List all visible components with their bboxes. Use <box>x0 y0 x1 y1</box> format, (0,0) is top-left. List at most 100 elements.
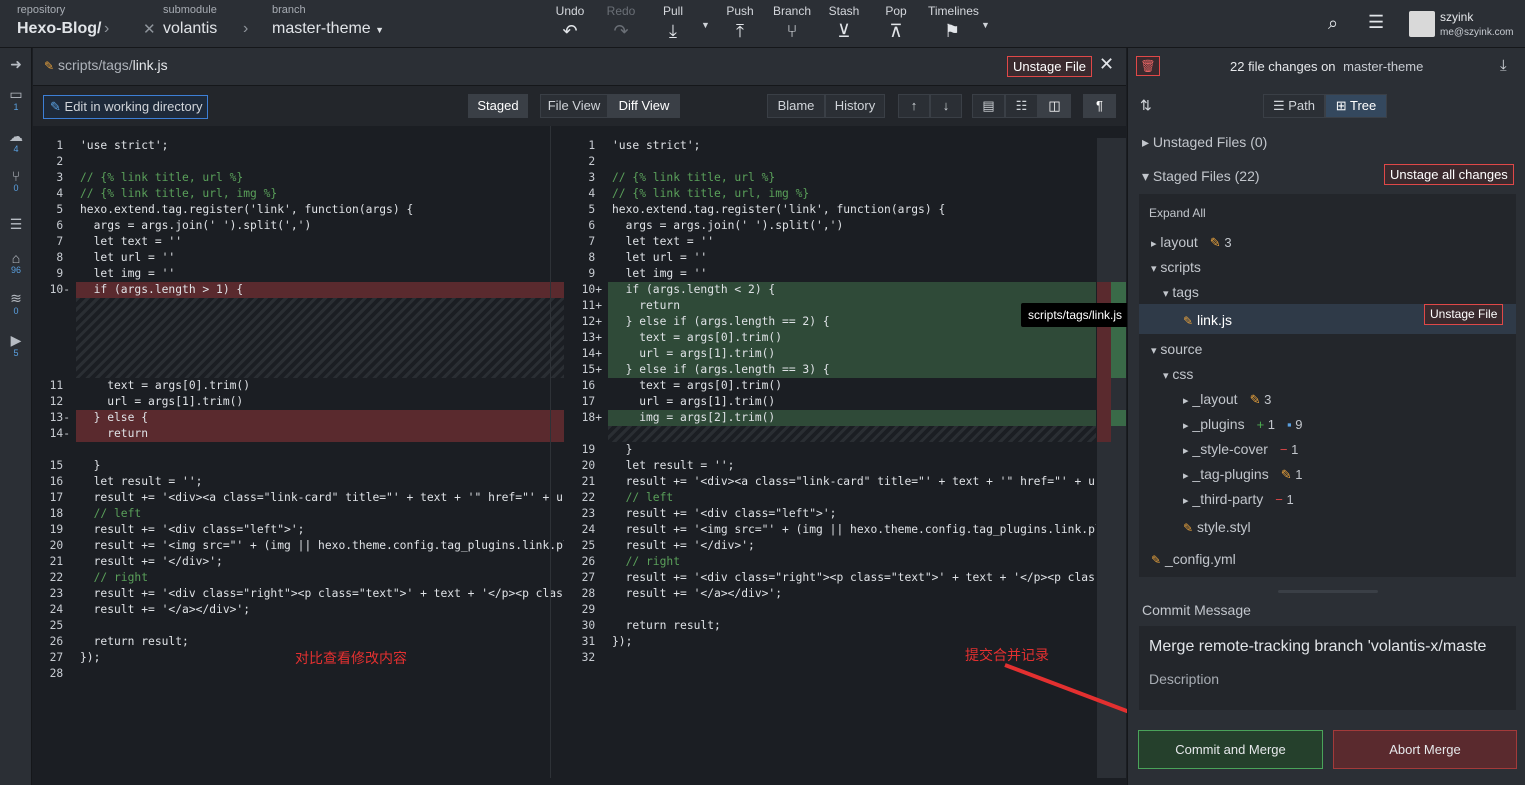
tree-folder-item[interactable]: ▸ _plugins + 1 ▪ 9 <box>1183 416 1303 432</box>
tree-folder-item[interactable]: ▸ _tag-plugins ✎ 1 <box>1183 466 1302 483</box>
text-view-icon[interactable]: ▤ <box>972 94 1005 118</box>
stash-button[interactable]: Stash ⊻ <box>818 4 870 43</box>
tree-folder-item[interactable]: ▾ scripts <box>1151 259 1201 275</box>
line-number: 21 <box>49 555 70 568</box>
local-icon[interactable]: ▭ 1 <box>0 86 32 112</box>
tree-folder-item[interactable]: ▸ _layout ✎ 3 <box>1183 391 1271 408</box>
tree-item-label: style.styl <box>1196 519 1251 535</box>
unstage-all-button[interactable]: Unstage all changes <box>1384 164 1514 185</box>
remote-icon[interactable]: ☁ 4 <box>0 128 32 154</box>
download-icon[interactable]: ⤓ <box>1500 57 1507 74</box>
tree-folder-item[interactable]: ▾ css <box>1163 366 1193 382</box>
list-view-icon[interactable]: ☷ <box>1005 94 1038 118</box>
tree-item-label: _layout <box>1192 391 1238 407</box>
undo-button[interactable]: Undo ↶ <box>544 4 596 43</box>
tree-folder-item[interactable]: ▾ source <box>1151 341 1202 357</box>
previous-change-icon[interactable]: ↑ <box>898 94 930 118</box>
tree-folder-item[interactable]: ▾ tags <box>1163 284 1199 300</box>
line-number: 15 <box>49 459 70 472</box>
push-button[interactable]: Push ⤒ <box>714 4 766 43</box>
menu-icon[interactable]: ☰ <box>1368 12 1384 33</box>
line-number: 20 <box>49 539 70 552</box>
code-text: let text = '' <box>612 235 715 248</box>
pull-request-icon[interactable]: ⑂ 0 <box>0 168 32 193</box>
code-text: result += '<div class="right"><p class="… <box>612 571 1096 584</box>
repository-label: repository <box>17 4 66 16</box>
code-text: url = args[1].trim() <box>612 347 776 360</box>
staged-files-header[interactable]: ▾ Staged Files (22) <box>1142 168 1260 185</box>
line-number: 22 <box>49 571 70 584</box>
expand-all-link[interactable]: Expand All <box>1149 206 1206 220</box>
stashes-icon[interactable]: ≋ 0 <box>0 290 32 316</box>
edit-working-directory-button[interactable]: ✎ Edit in working directory <box>43 95 208 119</box>
line-number: 13- <box>49 411 70 424</box>
pull-dropdown-icon[interactable]: ▼ <box>701 20 710 30</box>
history-button[interactable]: History <box>825 94 885 118</box>
tree-item-label: _config.yml <box>1164 551 1236 567</box>
abort-merge-button[interactable]: Abort Merge <box>1333 730 1517 769</box>
code-text: // right <box>612 555 681 568</box>
trash-icon[interactable]: 🗑 <box>1136 56 1160 76</box>
tree-folder-item[interactable]: ▸ _style-cover − 1 <box>1183 441 1298 457</box>
unstage-file-button[interactable]: Unstage File <box>1007 56 1092 77</box>
issues-icon[interactable]: ☰ <box>0 216 32 233</box>
commit-message-box[interactable]: Merge remote-tracking branch 'volantis-x… <box>1139 626 1516 710</box>
undo-icon: ↶ <box>562 21 578 41</box>
tree-folder-item[interactable]: ▸ _third-party − 1 <box>1183 491 1294 507</box>
branch-button[interactable]: Branch ⑂ <box>766 4 818 43</box>
line-number: 10- <box>49 283 70 296</box>
submodules-icon[interactable]: ▶ 5 <box>0 332 32 358</box>
close-icon[interactable]: ✕ <box>143 20 156 38</box>
avatar[interactable] <box>1409 11 1435 37</box>
tree-folder-item[interactable]: ▸ layout ✎ 3 <box>1151 234 1232 251</box>
code-text: // {% link title, url, img %} <box>80 187 278 200</box>
close-icon[interactable]: ✕ <box>1099 54 1114 75</box>
diff-header: ✎ scripts/tags/link.js Unstage File ✕ <box>33 48 1126 86</box>
staged-toggle[interactable]: Staged <box>468 94 528 118</box>
tree-file-item[interactable]: ✎ style.styl <box>1183 519 1251 535</box>
next-change-icon[interactable]: ↓ <box>930 94 962 118</box>
search-icon[interactable]: ⌕ <box>1328 13 1338 34</box>
tree-file-item[interactable]: ✎ link.js <box>1183 312 1232 328</box>
pull-icon: ⤓ <box>669 21 677 41</box>
line-number: 21 <box>581 475 602 488</box>
expand-sidebar-icon[interactable]: ➜ <box>0 56 32 73</box>
code-text: return <box>612 299 681 312</box>
commit-and-merge-button[interactable]: Commit and Merge <box>1138 730 1323 769</box>
code-text: result += '</a></div>'; <box>612 587 783 600</box>
line-number: 26 <box>49 635 70 648</box>
resize-handle[interactable] <box>1278 590 1378 593</box>
tree-item-label: _style-cover <box>1192 441 1268 457</box>
redo-button[interactable]: Redo ↷ <box>595 4 647 43</box>
chevron-right-icon: › <box>243 20 249 37</box>
diff-view-button[interactable]: Diff View <box>608 94 680 118</box>
timelines-dropdown-icon[interactable]: ▼ <box>981 20 990 30</box>
commit-summary-input[interactable]: Merge remote-tracking branch 'volantis-x… <box>1149 638 1509 656</box>
line-number: 22 <box>581 491 602 504</box>
code-text: text = args[0].trim() <box>612 379 783 392</box>
unstage-file-button[interactable]: Unstage File <box>1424 304 1504 325</box>
line-number: 18+ <box>581 411 602 424</box>
unstaged-files-header[interactable]: ▸ Unstaged Files (0) <box>1142 134 1267 151</box>
pop-button[interactable]: Pop ⊼ <box>870 4 922 43</box>
tree-view-button[interactable]: ⊞ Tree <box>1325 94 1387 118</box>
submodule-selector[interactable]: submodule volantis <box>163 4 217 38</box>
line-number: 14- <box>49 427 70 440</box>
tag-icon[interactable]: ⌂ 96 <box>0 250 32 275</box>
tree-file-item[interactable]: ✎ _config.yml <box>1151 551 1236 567</box>
pull-button[interactable]: Pull ⤓ <box>647 4 699 43</box>
description-input[interactable]: Description <box>1149 671 1219 687</box>
whitespace-icon[interactable]: ¶ <box>1083 94 1116 118</box>
timelines-button[interactable]: Timelines ⚑ <box>928 4 982 43</box>
path-view-button[interactable]: ☰ Path <box>1263 94 1325 118</box>
staged-tree: Expand All ▸ layout ✎ 3 ▾ scripts ▾ tags ✎ l… <box>1139 194 1516 577</box>
line-number: 9 <box>588 267 602 280</box>
diff-toolbar: ✎ Edit in working directory Staged File … <box>33 86 1126 126</box>
sort-icon[interactable]: ⇅ <box>1140 97 1152 114</box>
code-text: result += '</div>'; <box>612 539 755 552</box>
blame-button[interactable]: Blame <box>767 94 825 118</box>
branch-selector[interactable]: branch master-theme ▼ <box>272 4 384 38</box>
file-view-button[interactable]: File View <box>540 94 608 118</box>
split-view-icon[interactable]: ◫ <box>1038 94 1071 118</box>
repository-selector[interactable]: repository Hexo-Blog/ <box>17 4 101 38</box>
